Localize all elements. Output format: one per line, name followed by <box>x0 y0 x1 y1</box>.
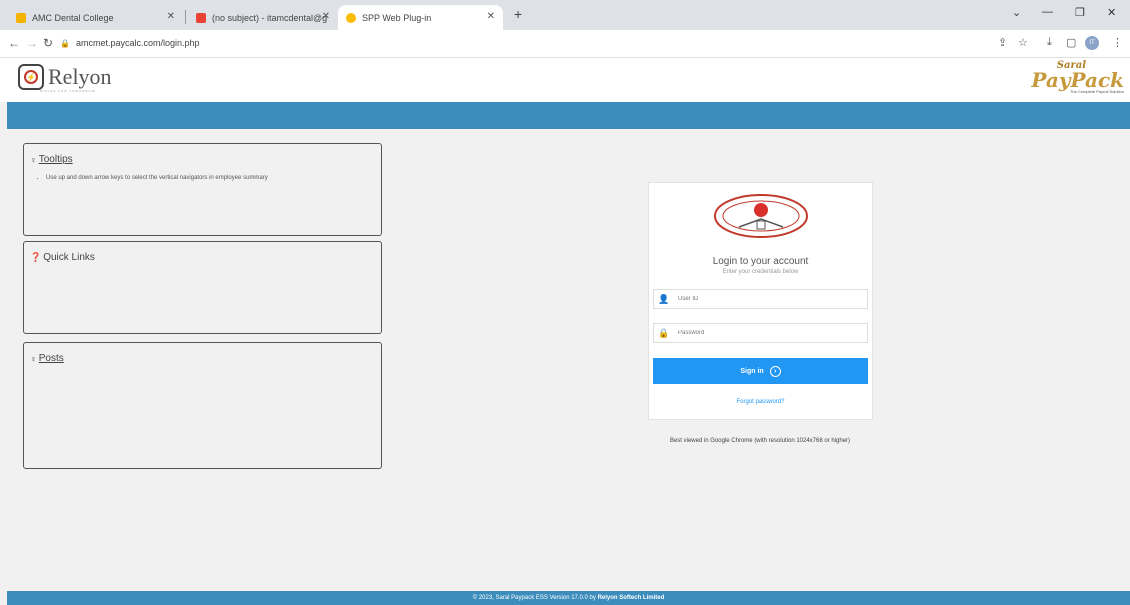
sign-in-button[interactable]: Sign in › <box>653 358 868 384</box>
menu-kebab-icon[interactable]: ⋮ <box>1112 36 1123 49</box>
panel-title: ❓ Quick Links <box>30 252 95 263</box>
gmail-icon <box>196 12 206 23</box>
footer-company: Relyon Softech Limited <box>597 595 665 601</box>
user-icon: 👤 <box>658 293 670 304</box>
tab-search-chevron-icon[interactable]: ⌄ <box>1012 6 1021 19</box>
plugin-favicon-icon <box>346 12 356 23</box>
close-icon[interactable]: ✕ <box>487 11 495 22</box>
college-emblem-icon <box>714 194 808 238</box>
user-id-input[interactable] <box>678 296 858 302</box>
bookmark-star-icon[interactable]: ☆ <box>1018 36 1028 49</box>
list-item: Use up and down arrow keys to select the… <box>46 175 268 181</box>
reload-icon[interactable]: ↻ <box>43 36 53 50</box>
download-icon[interactable]: ⤓ <box>1047 36 1052 49</box>
pin-icon: ♀ <box>30 353 37 364</box>
tooltips-panel: ♀ Tooltips Use up and down arrow keys to… <box>23 143 382 236</box>
browser-recommendation-note: Best viewed in Google Chrome (with resol… <box>669 438 851 444</box>
sidebar-icon[interactable]: ▢ <box>1066 36 1076 49</box>
relyon-logo: ⚡ Relyon <box>18 64 112 90</box>
url-text: amcmet.paycalc.com/login.php <box>75 38 200 48</box>
password-field[interactable]: 🔒 <box>653 323 868 343</box>
tooltips-list: Use up and down arrow keys to select the… <box>38 175 268 181</box>
paypack-logo: Saral PayPack The Complete Payroll Solut… <box>1031 60 1124 94</box>
tab-gmail[interactable]: (no subject) - itamcdental@gm ✕ <box>188 5 338 30</box>
new-tab-icon[interactable]: + <box>514 6 522 22</box>
footer-copyright: © 2023, Saral Paypack ESS Version 17.0.0… <box>472 595 598 601</box>
minimize-icon[interactable]: — <box>1042 6 1053 18</box>
forward-icon[interactable]: → <box>26 36 38 50</box>
arrow-circle-right-icon: › <box>769 365 781 377</box>
share-icon[interactable]: ⇪ <box>998 36 1007 49</box>
quick-links-title: Quick Links <box>43 252 95 263</box>
lightbulb-icon: ♀ <box>30 154 37 165</box>
tab-separator <box>185 10 186 24</box>
profile-avatar[interactable]: IT <box>1085 36 1099 50</box>
forgot-password-link[interactable]: Forgot password? <box>649 399 872 405</box>
restore-icon[interactable]: ❐ <box>1075 6 1085 19</box>
college-favicon-icon <box>16 12 26 23</box>
relyon-tagline: RISING FOR TOMORROW <box>40 89 96 93</box>
window-close-icon[interactable]: ✕ <box>1107 6 1116 19</box>
tab-title: (no subject) - itamcdental@gm <box>212 12 327 23</box>
login-subtitle: Enter your credentials below <box>722 269 799 275</box>
url-field[interactable]: 🔒 amcmet.paycalc.com/login.php <box>60 38 200 48</box>
paypack-name: PayPack <box>1031 68 1124 92</box>
footer: © 2023, Saral Paypack ESS Version 17.0.0… <box>7 591 1130 605</box>
tab-amc-dental[interactable]: AMC Dental College ✕ <box>8 5 183 30</box>
relyon-name: Relyon <box>48 64 112 89</box>
tab-title: AMC Dental College <box>32 12 114 23</box>
address-bar: ← → ↻ 🔒 amcmet.paycalc.com/login.php ⇪ ☆… <box>0 30 1130 58</box>
login-card: Login to your account Enter your credent… <box>648 182 873 420</box>
sign-in-label: Sign in <box>740 367 764 375</box>
page-header: ⚡ Relyon RISING FOR TOMORROW Saral PayPa… <box>0 58 1130 102</box>
tab-spp-web-plugin[interactable]: SPP Web Plug-in ✕ <box>338 5 503 30</box>
tab-title: SPP Web Plug-in <box>362 12 432 23</box>
user-id-field[interactable]: 👤 <box>653 289 868 309</box>
lock-icon: 🔒 <box>658 327 670 338</box>
close-icon[interactable]: ✕ <box>322 11 330 22</box>
top-nav-bar <box>7 102 1130 129</box>
question-circle-icon: ❓ <box>30 252 42 262</box>
login-title: Login to your account <box>712 256 809 267</box>
panel-title: ♀ Tooltips <box>30 154 73 165</box>
quick-links-panel: ❓ Quick Links <box>23 241 382 334</box>
password-input[interactable] <box>678 330 858 336</box>
posts-panel: ♀ Posts <box>23 342 382 469</box>
back-icon[interactable]: ← <box>8 36 20 50</box>
posts-title: Posts <box>38 353 64 364</box>
tooltips-title: Tooltips <box>38 154 73 165</box>
lock-icon: 🔒 <box>60 38 70 48</box>
close-icon[interactable]: ✕ <box>167 11 175 22</box>
browser-tab-bar: AMC Dental College ✕ (no subject) - itam… <box>0 0 1130 30</box>
panel-title: ♀ Posts <box>30 353 64 364</box>
relyon-mark-icon: ⚡ <box>18 64 44 90</box>
